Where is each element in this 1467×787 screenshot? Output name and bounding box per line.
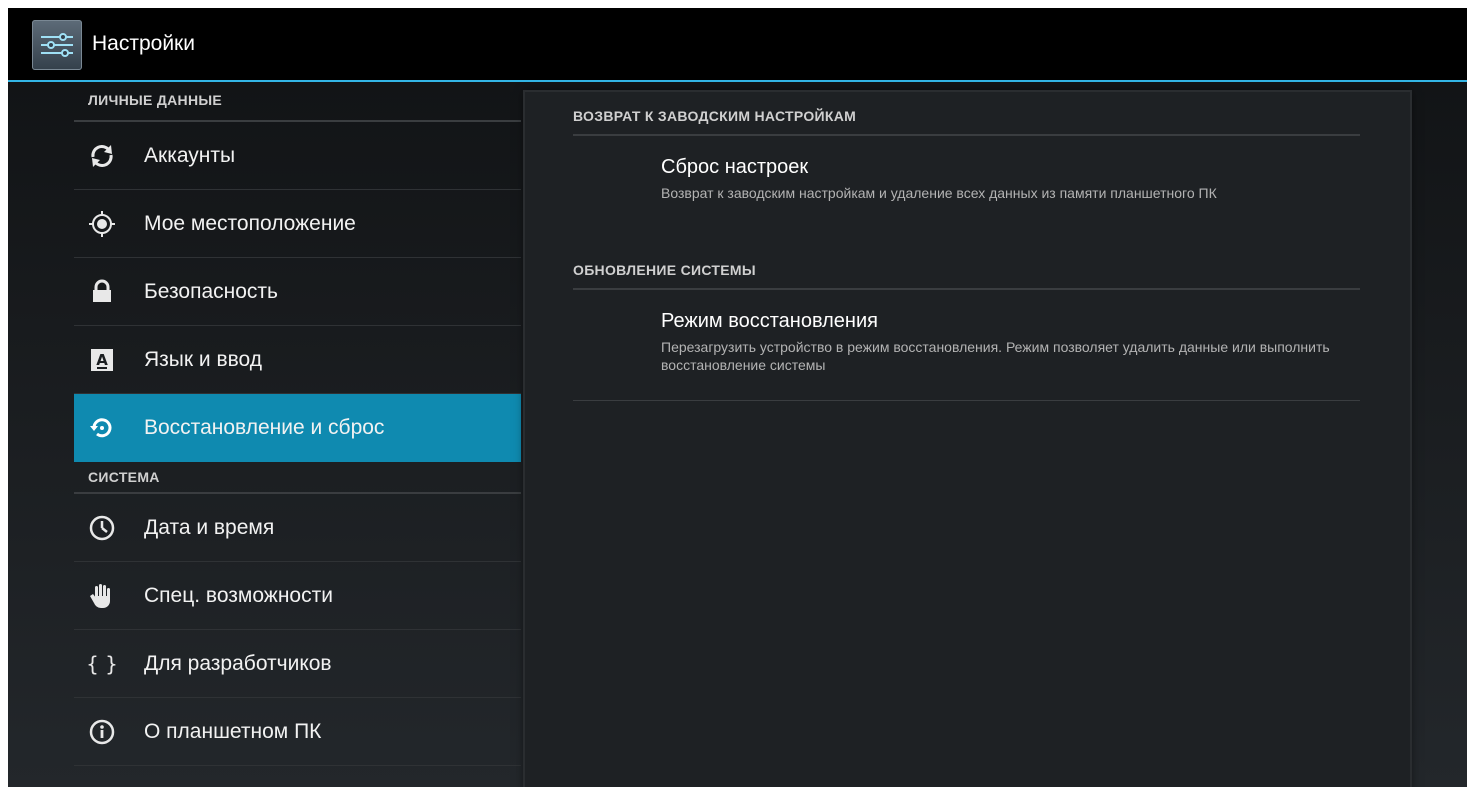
section-header-personal: ЛИЧНЫЕ ДАННЫЕ	[74, 84, 521, 122]
nav-item-language[interactable]: A Язык и ввод	[74, 326, 521, 394]
section-header-system-update: ОБНОВЛЕНИЕ СИСТЕМЫ	[573, 262, 1360, 290]
factory-reset-title: Сброс настроек	[661, 156, 809, 178]
settings-nav: ЛИЧНЫЕ ДАННЫЕ Аккаунты Мое местоположени…	[74, 84, 521, 787]
nav-item-location[interactable]: Мое местоположение	[74, 190, 521, 258]
section-header-system: СИСТЕМА	[74, 462, 521, 494]
nav-item-label: О планшетном ПК	[144, 720, 322, 743]
settings-sliders-icon[interactable]	[32, 20, 82, 70]
nav-item-label: Для разработчиков	[144, 652, 332, 675]
recovery-mode-item[interactable]: Режим восстановления Перезагрузить устро…	[573, 308, 1360, 374]
nav-item-about-tablet[interactable]: О планшетном ПК	[74, 698, 521, 766]
recovery-mode-summary: Перезагрузить устройство в режим восстан…	[661, 339, 1330, 373]
nav-item-accounts[interactable]: Аккаунты	[74, 122, 521, 190]
language-icon: A	[88, 346, 116, 374]
settings-screen: Настройки ЛИЧНЫЕ ДАННЫЕ Аккаунты Мое мес…	[8, 8, 1467, 787]
nav-item-label: Спец. возможности	[144, 584, 333, 607]
location-icon	[88, 210, 116, 238]
svg-text:{ }: { }	[88, 652, 116, 676]
recovery-mode-title: Режим восстановления	[661, 310, 878, 332]
svg-text:A: A	[96, 351, 108, 369]
detail-pane: ВОЗВРАТ К ЗАВОДСКИМ НАСТРОЙКАМ Сброс нас…	[525, 92, 1410, 787]
action-bar: Настройки	[8, 8, 1467, 82]
nav-item-label: Безопасность	[144, 280, 278, 303]
restore-icon	[88, 414, 116, 442]
hand-icon	[88, 582, 116, 610]
nav-item-label: Дата и время	[144, 516, 275, 539]
sync-icon	[88, 142, 116, 170]
nav-item-label: Аккаунты	[144, 144, 236, 167]
nav-item-label: Язык и ввод	[144, 348, 263, 371]
nav-item-accessibility[interactable]: Спец. возможности	[74, 562, 521, 630]
nav-item-security[interactable]: Безопасность	[74, 258, 521, 326]
braces-icon: { }	[86, 650, 118, 678]
nav-item-date-time[interactable]: Дата и время	[74, 494, 521, 562]
factory-reset-item[interactable]: Сброс настроек Возврат к заводским настр…	[573, 154, 1360, 202]
nav-item-developer[interactable]: { } Для разработчиков	[74, 630, 521, 698]
divider	[573, 400, 1360, 401]
lock-icon	[88, 278, 116, 306]
factory-reset-summary: Возврат к заводским настройкам и удалени…	[661, 185, 1217, 201]
clock-icon	[88, 514, 116, 542]
nav-item-label: Мое местоположение	[144, 212, 356, 235]
info-icon	[88, 718, 116, 746]
nav-item-backup-reset[interactable]: Восстановление и сброс	[74, 394, 521, 462]
app-title: Настройки	[92, 32, 195, 55]
section-header-factory: ВОЗВРАТ К ЗАВОДСКИМ НАСТРОЙКАМ	[573, 108, 1360, 136]
nav-item-label: Восстановление и сброс	[144, 416, 385, 439]
